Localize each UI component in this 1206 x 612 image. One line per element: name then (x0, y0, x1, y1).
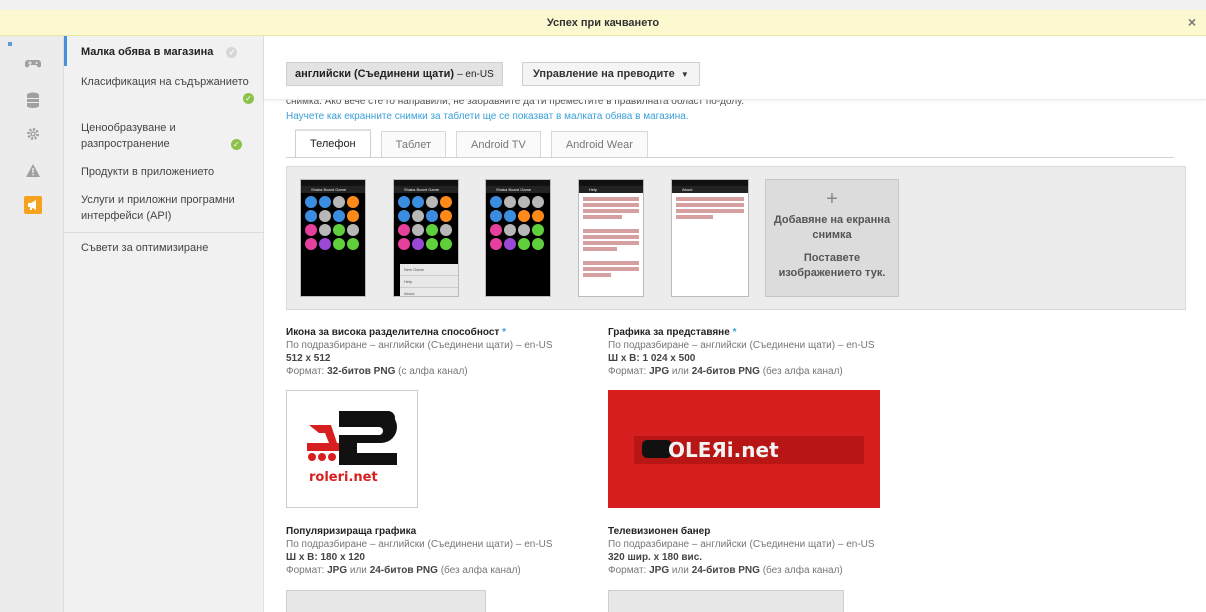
nav-item-label: Класификация на съдържанието (81, 76, 249, 88)
feature-graphic-image[interactable]: OLEЯi.net (608, 390, 880, 508)
asset-dimensions: Ш х В: 180 x 120 (286, 552, 365, 563)
chevron-down-icon: ▼ (680, 69, 689, 79)
nav-item-in-app-products[interactable]: Продукти в приложението (81, 164, 261, 180)
asset-format: Формат: JPG или 24-битов PNG (без алфа к… (608, 565, 843, 576)
tab-tablet[interactable]: Таблет (380, 131, 446, 157)
game-board (486, 193, 550, 253)
device-tabs: Телефон Таблет Android TV Android Wear (295, 129, 658, 157)
nav-item-label: Продукти в приложението (81, 166, 215, 178)
drop-image-label: Поставете изображението тук. (778, 252, 886, 279)
nav-item-services-apis[interactable]: Услуги и приложни програмни интерфейси (… (81, 192, 261, 224)
database-icon[interactable] (25, 92, 41, 108)
nav-item-label: Съвети за оптимизиране (81, 242, 209, 254)
asset-format: Формат: JPG или 24-битов PNG (без алфа к… (608, 366, 843, 377)
asset-dimensions: 320 шир. x 180 вис. (608, 552, 703, 563)
roleri-logo-icon: roleri.net (307, 411, 397, 485)
screenshot-app-title: About (672, 186, 748, 193)
screenshot-app-title: Shaka Board Game (301, 186, 365, 193)
plus-icon: + (826, 188, 838, 210)
tv-banner-dropzone[interactable] (608, 590, 844, 612)
manage-translations-label: Управление на преводите (533, 68, 675, 80)
tab-phone[interactable]: Телефон (295, 129, 371, 157)
asset-default-language: По подразбиране – английски (Съединени щ… (286, 340, 553, 351)
asset-default-language: По подразбиране – английски (Съединени щ… (608, 340, 875, 351)
nav-item-label: интерфейси (API) (81, 210, 172, 222)
nav-item-optimization-tips[interactable]: Съвети за оптимизиране (81, 240, 261, 256)
asset-default-language: По подразбиране – английски (Съединени щ… (608, 539, 875, 550)
game-board (394, 193, 458, 253)
svg-text:OLEЯi.net: OLEЯi.net (668, 438, 779, 462)
status-ok-icon: ✓ (243, 92, 254, 104)
screenshot-app-title: Shaka Board Game (486, 186, 550, 193)
game-menu: New Game Help About (400, 264, 458, 296)
add-screenshot-dropzone[interactable]: + Добавяне на екранна снимка Поставете и… (765, 179, 899, 297)
asset-title: Телевизионен банер (608, 526, 711, 537)
game-board (301, 193, 365, 253)
roleri-logo-feature: OLEЯi.net (634, 436, 864, 464)
menu-item: Help (400, 276, 458, 288)
icon-rail (0, 36, 64, 612)
tv-banner-info: Телевизионен банер По подразбиране – анг… (608, 525, 928, 577)
nav-item-label: Ценообразуване и (81, 122, 176, 134)
nav-item-store-listing[interactable]: Малка обява в магазина ✓ (81, 44, 261, 60)
promo-graphic-info: Популяризираща графика По подразбиране –… (286, 525, 606, 577)
manage-translations-button[interactable]: Управление на преводите ▼ (522, 62, 700, 86)
about-text-lines (672, 193, 748, 223)
main-content: английски (Съединени щати) – en-US Управ… (264, 36, 1206, 612)
tablet-help-link[interactable]: Научете как екранните снимки за таблети … (286, 111, 689, 122)
asset-dimensions: Ш х В: 1 024 x 500 (608, 353, 696, 364)
status-ok-icon: ✓ (230, 138, 242, 150)
tab-divider (286, 157, 1174, 158)
rail-accent (8, 42, 12, 46)
add-screenshot-label: Добавяне на екранна снимка (773, 214, 891, 241)
asset-format: Формат: 32-битов PNG (с алфа канал) (286, 366, 468, 377)
promo-graphic-dropzone[interactable] (286, 590, 486, 612)
tab-android-wear[interactable]: Android Wear (550, 131, 648, 157)
nav-item-pricing[interactable]: Ценообразуване и разпространение ✓ (81, 120, 261, 152)
screenshot-thumbnail[interactable]: Shaka Board Game New Game Help About (393, 179, 459, 297)
tab-android-tv[interactable]: Android TV (456, 131, 541, 157)
status-pending-icon: ✓ (226, 46, 238, 58)
asset-title: Популяризираща графика (286, 526, 417, 537)
hires-icon-image[interactable]: roleri.net (286, 390, 418, 508)
screenshot-thumbnail[interactable]: Shaka Board Game (300, 179, 366, 297)
active-indicator (64, 36, 67, 66)
language-bar: английски (Съединени щати) – en-US Управ… (264, 36, 1206, 100)
nav-divider (64, 232, 264, 233)
hires-icon-info: Икона за висока разделителна способност … (286, 326, 606, 378)
asset-format: Формат: JPG или 24-битов PNG (без алфа к… (286, 565, 521, 576)
asset-title: Икона за висока разделителна способност (286, 327, 500, 338)
gamepad-icon[interactable] (25, 56, 41, 72)
menu-item: About (404, 291, 415, 296)
required-marker: * (732, 327, 737, 338)
asset-default-language: По подразбиране – английски (Съединени щ… (286, 539, 553, 550)
nav-item-content-rating[interactable]: Класификация на съдържанието ✓ (81, 74, 261, 106)
screenshot-thumbnail[interactable]: Help (578, 179, 644, 297)
asset-title: Графика за представяне (608, 327, 730, 338)
gear-icon[interactable] (25, 126, 41, 142)
warning-icon[interactable] (25, 162, 41, 178)
help-text-lines (579, 193, 643, 281)
language-name: английски (Съединени щати) (295, 68, 455, 80)
screenshot-thumbnail[interactable]: Shaka Board Game (485, 179, 551, 297)
menu-item: New Game (400, 264, 458, 276)
screenshots-area: Shaka Board Game Shaka Board Game New Ga… (286, 166, 1186, 310)
language-selector[interactable]: английски (Съединени щати) – en-US (286, 62, 503, 86)
asset-dimensions: 512 x 512 (286, 353, 331, 364)
screenshot-app-title: Help (579, 186, 643, 193)
screenshot-app-title: Shaka Board Game (394, 186, 458, 193)
banner-message: Успех при качването (546, 16, 660, 29)
close-icon[interactable]: × (1188, 14, 1196, 30)
megaphone-icon[interactable] (24, 196, 42, 214)
nav-item-label: Услуги и приложни програмни (81, 194, 235, 206)
section-nav: Малка обява в магазина ✓ Класификация на… (64, 36, 264, 612)
language-code: – en-US (457, 68, 494, 80)
screenshot-thumbnail[interactable]: About (671, 179, 749, 297)
nav-item-label: Малка обява в магазина (81, 46, 214, 58)
nav-item-label: разпространение (81, 138, 170, 150)
required-marker: * (502, 327, 506, 338)
feature-graphic-info: Графика за представяне * По подразбиране… (608, 326, 928, 378)
svg-text:roleri.net: roleri.net (309, 470, 378, 485)
success-banner: Успех при качването × (0, 10, 1206, 36)
